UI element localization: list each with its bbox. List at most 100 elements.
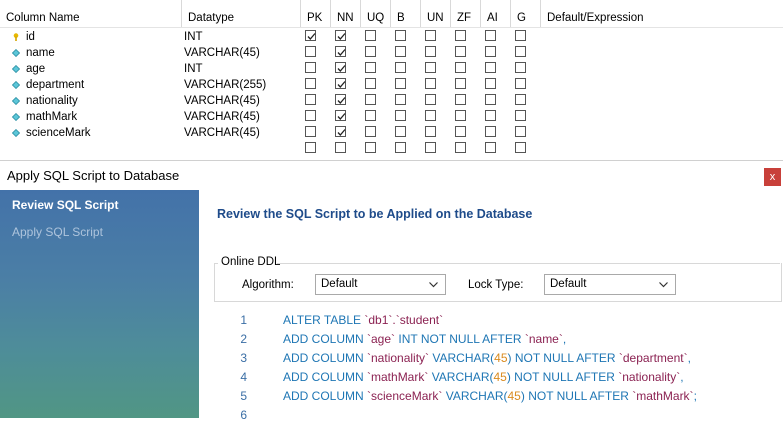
header-pk[interactable]: PK <box>301 0 331 27</box>
uq-checkbox[interactable] <box>365 46 376 57</box>
table-row[interactable]: nationality VARCHAR(45) <box>0 93 783 109</box>
uq-checkbox[interactable] <box>365 126 376 137</box>
b-checkbox[interactable] <box>395 126 406 137</box>
column-name-cell[interactable]: age <box>26 61 45 77</box>
g-checkbox[interactable] <box>515 110 526 121</box>
datatype-cell[interactable]: VARCHAR(45) <box>184 45 260 61</box>
un-checkbox[interactable] <box>425 46 436 57</box>
column-name-cell[interactable]: nationality <box>26 93 78 109</box>
zf-checkbox[interactable] <box>455 46 466 57</box>
zf-checkbox[interactable] <box>455 78 466 89</box>
datatype-cell[interactable]: VARCHAR(45) <box>184 125 260 141</box>
ai-checkbox[interactable] <box>485 110 496 121</box>
column-name-cell[interactable]: id <box>26 29 35 45</box>
uq-checkbox[interactable] <box>365 78 376 89</box>
nn-checkbox[interactable] <box>335 126 346 137</box>
g-checkbox[interactable] <box>515 126 526 137</box>
column-name-cell[interactable]: name <box>26 45 55 61</box>
nn-checkbox[interactable] <box>335 142 346 153</box>
header-nn[interactable]: NN <box>331 0 361 27</box>
nn-checkbox[interactable] <box>335 78 346 89</box>
un-checkbox[interactable] <box>425 78 436 89</box>
b-checkbox[interactable] <box>395 142 406 153</box>
table-row[interactable]: name VARCHAR(45) <box>0 45 783 61</box>
header-b[interactable]: B <box>391 0 421 27</box>
un-checkbox[interactable] <box>425 142 436 153</box>
datatype-cell[interactable]: VARCHAR(255) <box>184 77 266 93</box>
table-row[interactable]: age INT <box>0 61 783 77</box>
g-checkbox[interactable] <box>515 142 526 153</box>
ai-checkbox[interactable] <box>485 126 496 137</box>
pk-checkbox[interactable] <box>305 30 316 41</box>
zf-checkbox[interactable] <box>455 30 466 41</box>
nn-checkbox[interactable] <box>335 110 346 121</box>
pk-checkbox[interactable] <box>305 62 316 73</box>
un-checkbox[interactable] <box>425 110 436 121</box>
zf-checkbox[interactable] <box>455 142 466 153</box>
un-checkbox[interactable] <box>425 30 436 41</box>
ai-checkbox[interactable] <box>485 142 496 153</box>
b-checkbox[interactable] <box>395 110 406 121</box>
uq-checkbox[interactable] <box>365 110 376 121</box>
zf-checkbox[interactable] <box>455 126 466 137</box>
column-name-cell[interactable]: department <box>26 77 84 93</box>
un-checkbox[interactable] <box>425 94 436 105</box>
header-ai[interactable]: AI <box>481 0 511 27</box>
pk-checkbox[interactable] <box>305 46 316 57</box>
un-checkbox[interactable] <box>425 62 436 73</box>
datatype-cell[interactable]: INT <box>184 29 203 45</box>
algorithm-select[interactable]: Default <box>315 274 446 295</box>
zf-checkbox[interactable] <box>455 62 466 73</box>
ai-checkbox[interactable] <box>485 46 496 57</box>
header-column-name[interactable]: Column Name <box>0 0 182 27</box>
b-checkbox[interactable] <box>395 46 406 57</box>
datatype-cell[interactable]: INT <box>184 61 203 77</box>
header-zf[interactable]: ZF <box>451 0 481 27</box>
header-un[interactable]: UN <box>421 0 451 27</box>
un-checkbox[interactable] <box>425 126 436 137</box>
column-name-cell[interactable]: scienceMark <box>26 125 91 141</box>
b-checkbox[interactable] <box>395 78 406 89</box>
b-checkbox[interactable] <box>395 94 406 105</box>
uq-checkbox[interactable] <box>365 94 376 105</box>
b-checkbox[interactable] <box>395 30 406 41</box>
pk-checkbox[interactable] <box>305 126 316 137</box>
table-row[interactable] <box>0 141 783 157</box>
table-row[interactable]: department VARCHAR(255) <box>0 77 783 93</box>
uq-checkbox[interactable] <box>365 62 376 73</box>
datatype-cell[interactable]: VARCHAR(45) <box>184 109 260 125</box>
table-row[interactable]: mathMark VARCHAR(45) <box>0 109 783 125</box>
nn-checkbox[interactable] <box>335 62 346 73</box>
close-button[interactable]: x <box>764 168 781 186</box>
uq-checkbox[interactable] <box>365 142 376 153</box>
ai-checkbox[interactable] <box>485 62 496 73</box>
ai-checkbox[interactable] <box>485 30 496 41</box>
pk-checkbox[interactable] <box>305 110 316 121</box>
datatype-cell[interactable]: VARCHAR(45) <box>184 93 260 109</box>
table-row[interactable]: id INT <box>0 29 783 45</box>
pk-checkbox[interactable] <box>305 94 316 105</box>
ai-checkbox[interactable] <box>485 78 496 89</box>
g-checkbox[interactable] <box>515 46 526 57</box>
column-name-cell[interactable]: mathMark <box>26 109 77 125</box>
nn-checkbox[interactable] <box>335 94 346 105</box>
g-checkbox[interactable] <box>515 62 526 73</box>
pk-checkbox[interactable] <box>305 78 316 89</box>
step-review-sql-script[interactable]: Review SQL Script <box>12 198 118 212</box>
zf-checkbox[interactable] <box>455 94 466 105</box>
table-row[interactable]: scienceMark VARCHAR(45) <box>0 125 783 141</box>
header-uq[interactable]: UQ <box>361 0 391 27</box>
zf-checkbox[interactable] <box>455 110 466 121</box>
uq-checkbox[interactable] <box>365 30 376 41</box>
g-checkbox[interactable] <box>515 78 526 89</box>
step-apply-sql-script[interactable]: Apply SQL Script <box>12 225 103 239</box>
lock-type-select[interactable]: Default <box>544 274 676 295</box>
header-datatype[interactable]: Datatype <box>182 0 301 27</box>
nn-checkbox[interactable] <box>335 30 346 41</box>
b-checkbox[interactable] <box>395 62 406 73</box>
pk-checkbox[interactable] <box>305 142 316 153</box>
g-checkbox[interactable] <box>515 30 526 41</box>
g-checkbox[interactable] <box>515 94 526 105</box>
ai-checkbox[interactable] <box>485 94 496 105</box>
nn-checkbox[interactable] <box>335 46 346 57</box>
